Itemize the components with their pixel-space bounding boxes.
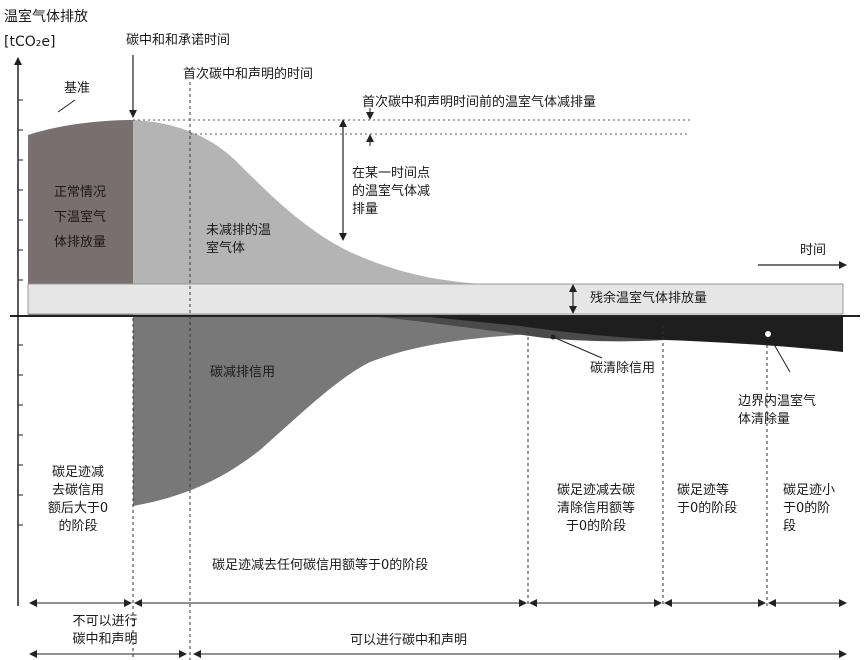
x-axis-label: 时间 bbox=[800, 243, 827, 258]
phase2-label: 碳足迹减去任何碳信用额等于0的阶段 bbox=[212, 558, 429, 573]
offset-credits-label: 碳减排信用 bbox=[210, 365, 276, 380]
commitment-label: 碳中和和承诺时间 bbox=[126, 33, 231, 48]
baseline-leader bbox=[57, 99, 76, 113]
phase1-label: 碳足迹减 去碳信用 额后大于0 的阶段 bbox=[47, 465, 109, 534]
offset-credits-area bbox=[133, 316, 530, 506]
removal-credits-label: 碳清除信用 bbox=[590, 361, 656, 376]
phase5-label: 碳足迹小 于0的阶 段 bbox=[783, 483, 836, 534]
y-axis-label: 温室气体排放 bbox=[4, 9, 88, 25]
cannot-declare-label: 不可以进行 碳中和声明 bbox=[72, 614, 138, 647]
phase3-label: 碳足迹减去碳 清除信用额等 于0的阶段 bbox=[556, 483, 635, 534]
reduction-before-first-label: 首次碳中和声明时间前的温室气体减排量 bbox=[362, 95, 597, 110]
unreduced-label: 未减排的温 室气体 bbox=[206, 223, 272, 256]
y-axis-unit: [tCO₂e] bbox=[4, 34, 56, 50]
first-declaration-label: 首次碳中和声明的时间 bbox=[183, 67, 314, 82]
residual-emissions-band bbox=[27, 283, 844, 315]
can-declare-label: 可以进行碳中和声明 bbox=[350, 633, 468, 648]
reduction-at-point-label: 在某一时间点 的温室气体减 排量 bbox=[352, 166, 431, 217]
in-boundary-leader-dot bbox=[765, 331, 771, 337]
removal-leader-dot bbox=[550, 334, 556, 340]
residual-label: 残余温室气体排放量 bbox=[590, 291, 708, 306]
phase4-label: 碳足迹等 于0的阶段 bbox=[677, 483, 738, 516]
baseline-label: 基准 bbox=[64, 81, 91, 96]
in-boundary-removal-label: 边界内温室气 体清除量 bbox=[738, 394, 817, 427]
normal-emissions-label: 正常情况 下温室气 体排放量 bbox=[53, 185, 106, 250]
